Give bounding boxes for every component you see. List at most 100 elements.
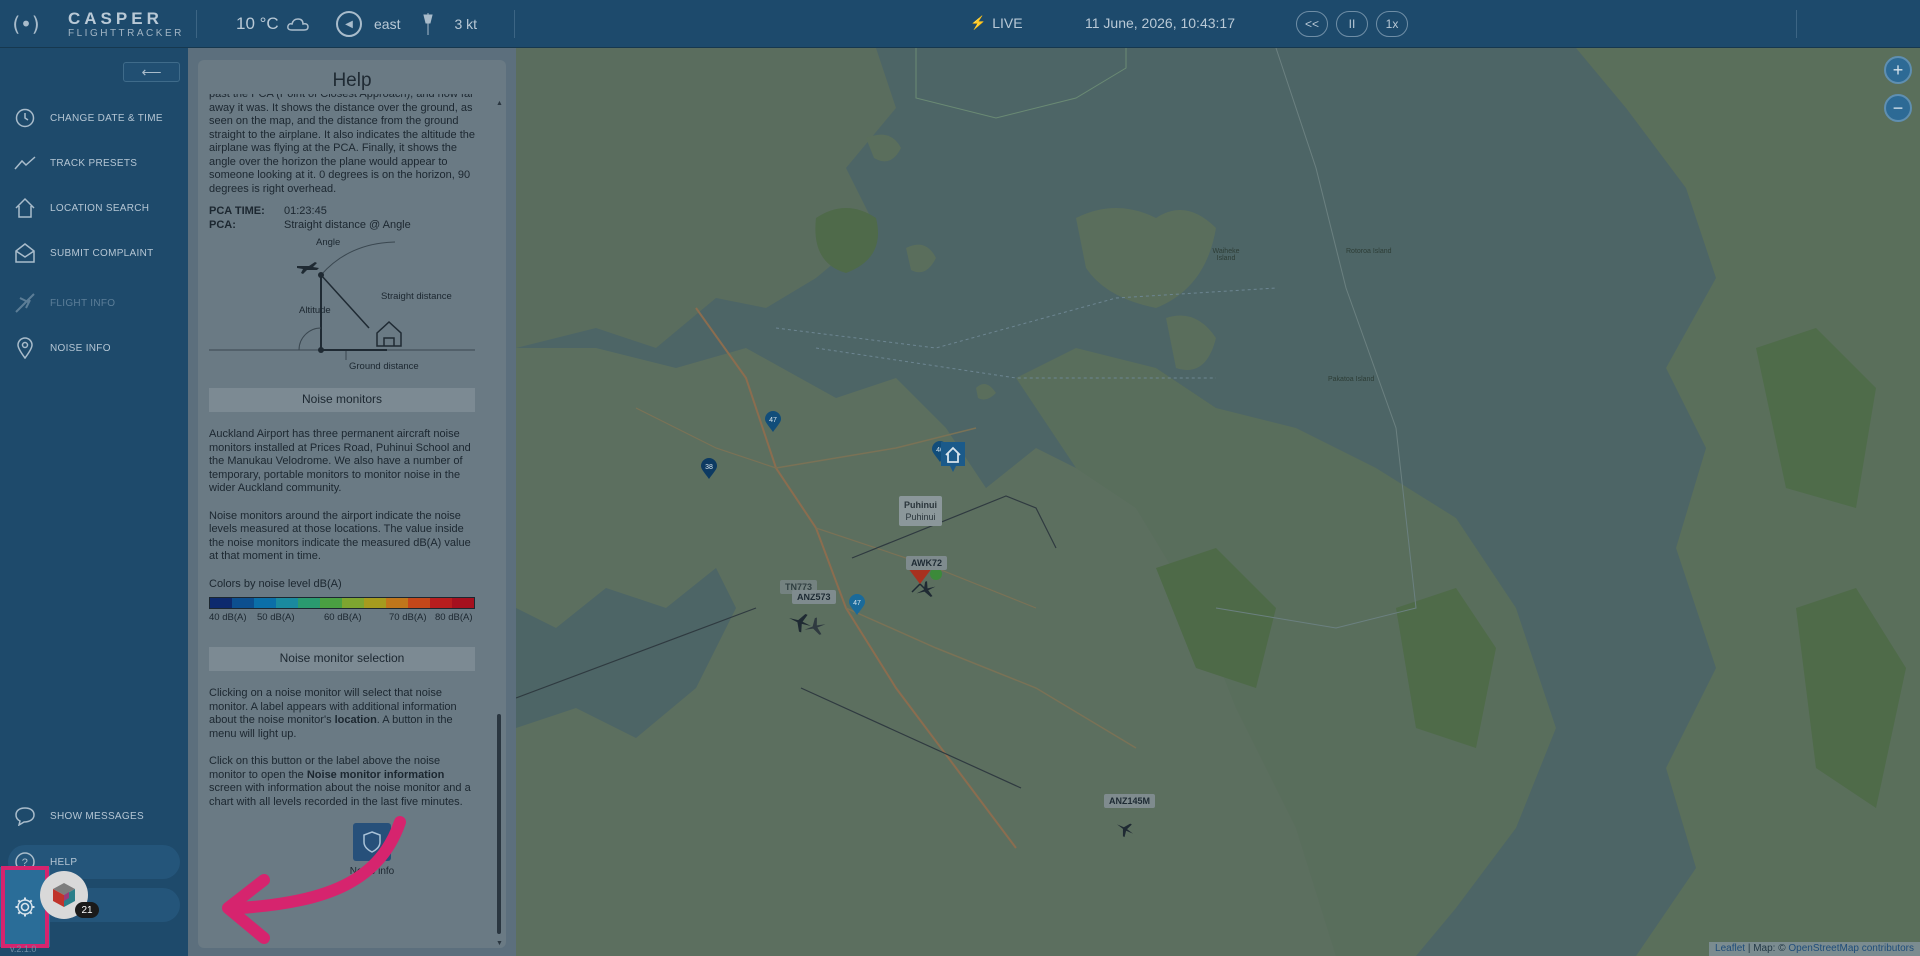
colorbar-labels: 40 dB(A) 50 dB(A) 60 dB(A) 70 dB(A) 80 d…	[209, 611, 475, 625]
colorbar-segment	[298, 598, 320, 608]
sidebar-item-label: FLIGHT INFO	[50, 297, 116, 309]
message-count-badge: 21	[75, 902, 99, 918]
colorbar-label: 70 dB(A)	[389, 612, 427, 623]
plane-icon[interactable]	[1114, 818, 1138, 842]
sidebar-item-submit-complaint[interactable]: SUBMIT COMPLAINT	[0, 233, 188, 273]
section-noise-monitor-selection: Noise monitor selection	[209, 647, 475, 671]
app-version: v.2.1.0	[10, 944, 37, 954]
chat-bubble-icon	[13, 804, 37, 828]
help-scroll-area[interactable]: past the PCA (Point of Closest Approach)…	[198, 94, 494, 948]
location-pin-icon	[13, 336, 37, 360]
help-pca-intro: past the PCA (Point of Closest Approach)…	[209, 94, 475, 195]
sidebar-item-label: SHOW MESSAGES	[50, 810, 144, 822]
help-panel: Help past the PCA (Point of Closest Appr…	[188, 48, 516, 956]
colorbar-segment	[232, 598, 254, 608]
location-label[interactable]: Puhinui Puhinui	[899, 496, 942, 526]
section-noise-monitors: Noise monitors	[209, 388, 475, 412]
scroll-thumb[interactable]	[497, 714, 501, 934]
colorbar-segment	[386, 598, 408, 608]
sidebar-item-label: TRACK PRESETS	[50, 157, 138, 169]
map-attribution: Leaflet | Map: © OpenStreetMap contribut…	[1709, 942, 1920, 956]
wind-direction-icon: ◀	[336, 11, 362, 37]
sidebar: ⟵ CHANGE DATE & TIME TRACK PRESETS LOCAT…	[0, 48, 188, 956]
colorbar-title: Colors by noise level dB(A)	[209, 577, 342, 590]
highlight-box	[1, 866, 49, 948]
diagram-altitude-label: Altitude	[299, 305, 331, 316]
rewind-button[interactable]: <<	[1296, 11, 1328, 37]
divider	[514, 10, 515, 38]
flight-label[interactable]: AWK72	[906, 556, 948, 570]
sidebar-item-change-date-time[interactable]: CHANGE DATE & TIME	[0, 98, 188, 138]
place-name: Pakatoa Island	[1328, 376, 1375, 383]
sidebar-item-show-messages[interactable]: SHOW MESSAGES	[0, 796, 188, 836]
monitors-paragraph-2: Noise monitors around the airport indica…	[209, 509, 471, 563]
sidebar-item-label: CHANGE DATE & TIME	[50, 112, 163, 124]
sidebar-item-track-presets[interactable]: TRACK PRESETS	[0, 143, 188, 183]
plane-icon[interactable]	[914, 578, 938, 602]
help-scrollbar[interactable]: ▲ ▼	[496, 100, 503, 947]
noise-monitor-pin[interactable]: 47	[764, 411, 782, 433]
zoom-out-button[interactable]: −	[1884, 94, 1912, 122]
zoom-in-button[interactable]: +	[1884, 56, 1912, 84]
pca-row: PCA: Straight distance @ Angle	[209, 218, 475, 232]
envelope-icon	[13, 241, 37, 265]
pca-time-key: PCA TIME:	[209, 205, 265, 217]
monitors-paragraph-1: Auckland Airport has three permanent air…	[209, 428, 471, 494]
flight-label[interactable]: ANZ145M	[1104, 794, 1156, 808]
wind-speed: 3 kt	[454, 16, 478, 32]
selection-paragraph-2: Click on this button or the label above …	[209, 755, 471, 808]
top-bar: (•) CASPER FLIGHTTRACKER 10 °C ◀ east 3 …	[0, 0, 1920, 48]
colorbar-segment	[320, 598, 342, 608]
help-title: Help	[332, 70, 372, 91]
divider	[1796, 10, 1797, 38]
osm-link[interactable]: OpenStreetMap contributors	[1788, 943, 1914, 954]
location-label-subtitle: Puhinui	[905, 512, 936, 522]
colorbar-segment	[364, 598, 386, 608]
sidebar-item-label: SUBMIT COMPLAINT	[50, 247, 154, 259]
windsock-icon	[423, 13, 434, 35]
colorbar-segment	[430, 598, 452, 608]
colorbar-segment	[408, 598, 430, 608]
scroll-up-icon[interactable]: ▲	[496, 100, 503, 107]
sidebar-item-label: LOCATION SEARCH	[50, 202, 150, 214]
diagram-straight-label: Straight distance	[381, 291, 452, 302]
trend-icon	[13, 151, 37, 175]
flight-label[interactable]: TN773	[780, 580, 818, 594]
logo-subtitle: FLIGHTTRACKER	[68, 27, 184, 39]
sidebar-item-noise-info[interactable]: NOISE INFO	[0, 328, 188, 368]
selection-paragraph-1: Clicking on a noise monitor will select …	[209, 687, 457, 740]
colorbar-label: 60 dB(A)	[324, 612, 362, 623]
logo-name: CASPER	[68, 8, 163, 28]
app-root: (•) CASPER FLIGHTTRACKER 10 °C ◀ east 3 …	[0, 0, 1920, 956]
plane-icon[interactable]	[802, 614, 826, 638]
help-body: past the PCA (Point of Closest Approach)…	[209, 94, 475, 885]
noise-info-example-button[interactable]: Noise info	[327, 823, 417, 885]
leaflet-link[interactable]: Leaflet	[1715, 943, 1745, 954]
shield-icon	[353, 823, 391, 861]
noise-monitor-pin[interactable]: 47	[848, 594, 866, 616]
wind-direction: east	[374, 16, 401, 32]
sidebar-item-location-search[interactable]: LOCATION SEARCH	[0, 188, 188, 228]
wind: ◀ east 3 kt	[336, 11, 478, 37]
home-icon	[13, 196, 37, 220]
svg-text:47: 47	[769, 417, 777, 424]
place-name: Waiheke Island	[1212, 248, 1240, 262]
home-location-marker[interactable]	[940, 441, 966, 473]
collapse-sidebar-button[interactable]: ⟵	[123, 62, 180, 82]
map[interactable]: + − 47 38 46 47 Puhinui Puhinui AWK72 AN…	[516, 48, 1920, 956]
logo-mark: (•)	[9, 12, 42, 36]
pause-button[interactable]: II	[1336, 11, 1368, 37]
speed-button[interactable]: 1x	[1376, 11, 1408, 37]
bolt-icon: ⚡	[970, 15, 987, 30]
current-datetime[interactable]: 11 June, 2026, 10:43:17	[1085, 15, 1235, 31]
scroll-down-icon[interactable]: ▼	[496, 940, 503, 947]
clock-icon	[13, 106, 37, 130]
colorbar-segment	[210, 598, 232, 608]
live-indicator[interactable]: ⚡ LIVE	[970, 15, 1023, 31]
logo[interactable]: (•) CASPER FLIGHTTRACKER	[8, 8, 188, 40]
colorbar-segment	[254, 598, 276, 608]
sidebar-item-label: NOISE INFO	[50, 342, 111, 354]
help-card: Help past the PCA (Point of Closest Appr…	[198, 60, 506, 948]
sidebar-item-label: HELP	[50, 856, 78, 868]
noise-monitor-pin[interactable]: 38	[700, 458, 718, 480]
